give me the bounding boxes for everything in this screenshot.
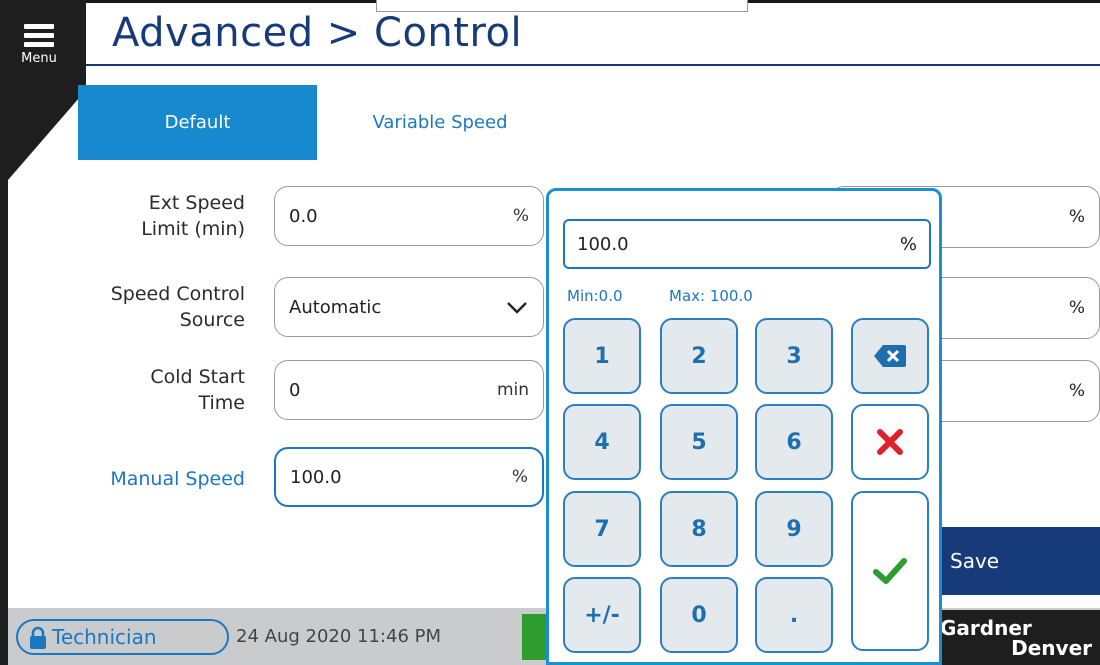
status-datetime: 24 Aug 2020 11:46 PM — [236, 626, 442, 647]
speed-control-select[interactable]: Automatic — [274, 277, 544, 337]
cold-start-label: Cold Start Time — [100, 364, 245, 416]
speed-control-value: Automatic — [289, 296, 382, 318]
brand-line2: Denver — [1011, 636, 1092, 660]
cold-start-label-line1: Cold Start — [150, 366, 245, 388]
ext-speed-label-line2: Limit (min) — [141, 218, 245, 240]
key-3[interactable]: 3 — [755, 318, 833, 394]
page-title: Advanced > Control — [112, 10, 523, 56]
tab-default[interactable]: Default — [78, 85, 317, 160]
ext-speed-label-line1: Ext Speed — [148, 192, 245, 214]
clear-button[interactable] — [851, 404, 929, 480]
speed-control-label: Speed Control Source — [70, 281, 245, 333]
cold-start-label-line2: Time — [198, 392, 246, 414]
keypad-max: Max: 100.0 — [669, 287, 753, 305]
menu-button[interactable]: Menu — [14, 16, 64, 72]
right-field-2-unit: % — [1068, 298, 1085, 318]
ext-speed-field[interactable]: 0.0 % — [274, 186, 544, 246]
key-plus-minus[interactable]: +/- — [563, 577, 641, 653]
key-9[interactable]: 9 — [755, 491, 833, 567]
manual-speed-label: Manual Speed — [110, 468, 245, 490]
menu-label: Menu — [21, 51, 57, 66]
brand-logo: Gardner Denver — [930, 610, 1100, 665]
right-field-1-unit: % — [1068, 207, 1085, 227]
keypad-min: Min:0.0 — [567, 287, 623, 305]
cold-start-field[interactable]: 0 min — [274, 360, 544, 420]
key-6[interactable]: 6 — [755, 404, 833, 480]
left-strip — [0, 0, 86, 665]
ext-speed-value: 0.0 — [289, 205, 318, 227]
manual-speed-field[interactable]: 100.0 % — [274, 447, 544, 507]
hamburger-icon — [14, 16, 64, 47]
key-1[interactable]: 1 — [563, 318, 641, 394]
keypad-input[interactable]: 100.0 % — [563, 219, 931, 269]
manual-speed-value: 100.0 — [290, 466, 342, 488]
cold-start-unit: min — [496, 380, 529, 400]
manual-speed-unit: % — [511, 467, 528, 487]
key-2[interactable]: 2 — [660, 318, 738, 394]
key-0[interactable]: 0 — [660, 577, 738, 653]
key-5[interactable]: 5 — [660, 404, 738, 480]
ext-speed-unit: % — [512, 206, 529, 226]
keypad-unit: % — [899, 233, 917, 255]
confirm-button[interactable] — [851, 491, 929, 651]
close-icon — [877, 429, 903, 455]
user-role: Technician — [52, 625, 157, 649]
tab-variable-speed[interactable]: Variable Speed — [330, 85, 550, 160]
ext-speed-label: Ext Speed Limit (min) — [100, 190, 245, 242]
key-decimal[interactable]: . — [755, 577, 833, 653]
status-indicator — [522, 614, 548, 660]
right-field-3-unit: % — [1068, 381, 1085, 401]
key-8[interactable]: 8 — [660, 491, 738, 567]
key-7[interactable]: 7 — [563, 491, 641, 567]
backspace-button[interactable] — [851, 318, 929, 394]
numeric-keypad: 100.0 % Min:0.0 Max: 100.0 1 2 3 4 5 6 7… — [546, 188, 942, 665]
chevron-down-icon — [507, 302, 527, 314]
key-4[interactable]: 4 — [563, 404, 641, 480]
title-underline — [86, 64, 1100, 66]
keypad-value: 100.0 — [577, 233, 629, 255]
user-badge[interactable]: Technician — [16, 619, 229, 655]
lock-icon — [30, 626, 46, 649]
cold-start-value: 0 — [289, 379, 301, 401]
speed-control-label-line1: Speed Control — [110, 283, 245, 305]
check-icon — [873, 558, 907, 584]
backspace-icon — [874, 345, 906, 367]
speed-control-label-line2: Source — [179, 309, 245, 331]
